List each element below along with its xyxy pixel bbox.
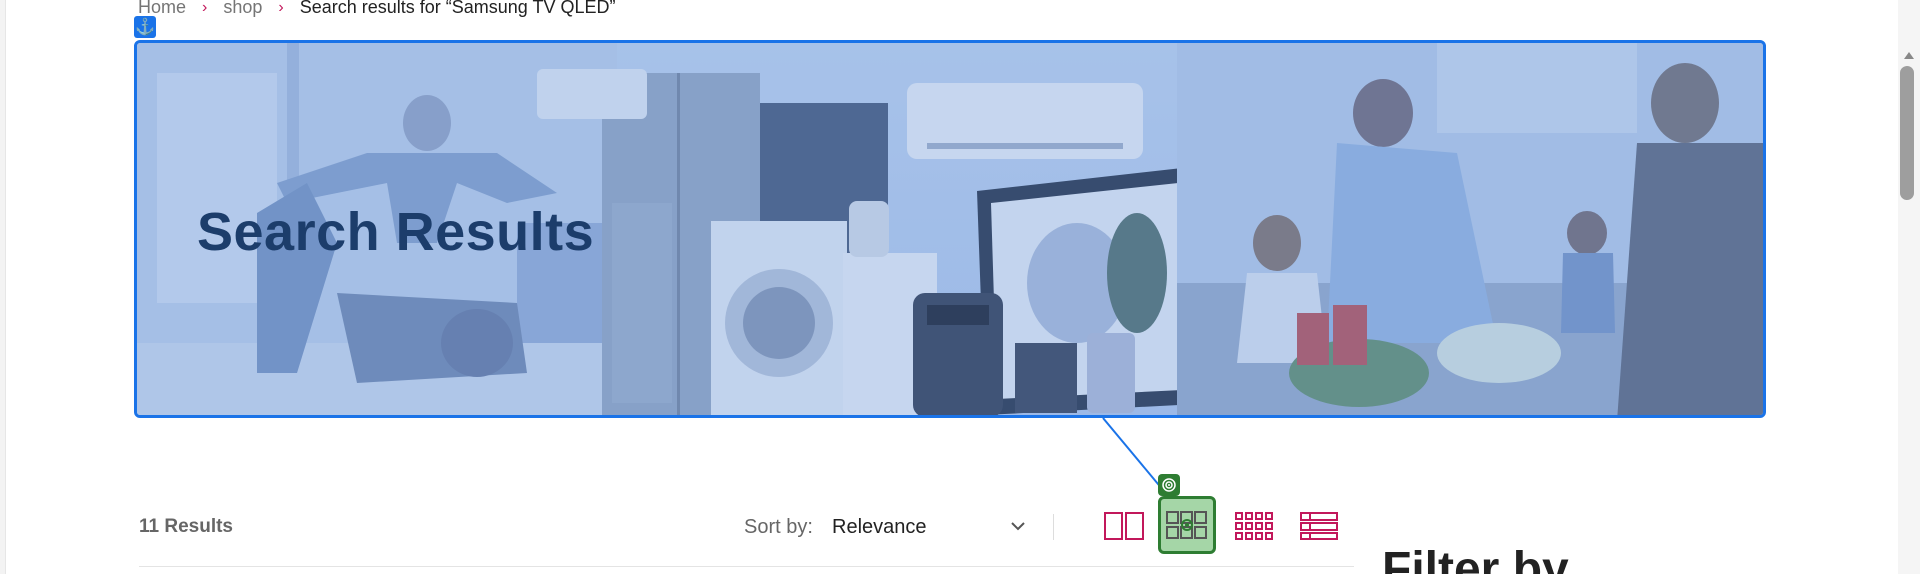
four-column-view-button[interactable] [1230,506,1278,546]
toolbar-divider [1053,514,1054,540]
scrollbar-thumb[interactable] [1900,66,1914,200]
list-view-button[interactable] [1295,506,1343,546]
grid-3-icon [1166,511,1207,539]
sort-select[interactable]: Relevance [832,512,1026,542]
left-gutter [0,0,6,574]
toolbar-separator [139,566,1354,567]
two-column-view-button[interactable] [1100,506,1148,546]
breadcrumb-separator-icon: › [202,0,208,16]
filter-heading: Filter by [1382,543,1569,574]
breadcrumb-current: Search results for “Samsung TV QLED” [299,0,616,17]
list-icon [1300,512,1338,540]
page: Home › shop › Search results for “Samsun… [0,0,1920,574]
breadcrumb: Home › shop › Search results for “Samsun… [138,0,616,18]
chevron-down-icon [1010,518,1026,536]
breadcrumb-shop-link[interactable]: shop [223,0,262,18]
three-column-view-button[interactable] [1158,496,1216,554]
sort-label: Sort by: [744,516,813,538]
scroll-up-arrow-icon[interactable] [1904,52,1914,59]
page-title: Search Results [197,202,595,262]
breadcrumb-separator-icon: › [278,0,284,16]
hero-banner: Search Results [134,40,1766,418]
anchor-icon: ⚓ [134,16,156,38]
grid-2-icon [1104,512,1144,540]
target-icon [1158,474,1180,496]
results-count: 11 Results [139,516,233,537]
grid-4-icon [1235,512,1273,540]
sort-select-value: Relevance [832,515,927,538]
